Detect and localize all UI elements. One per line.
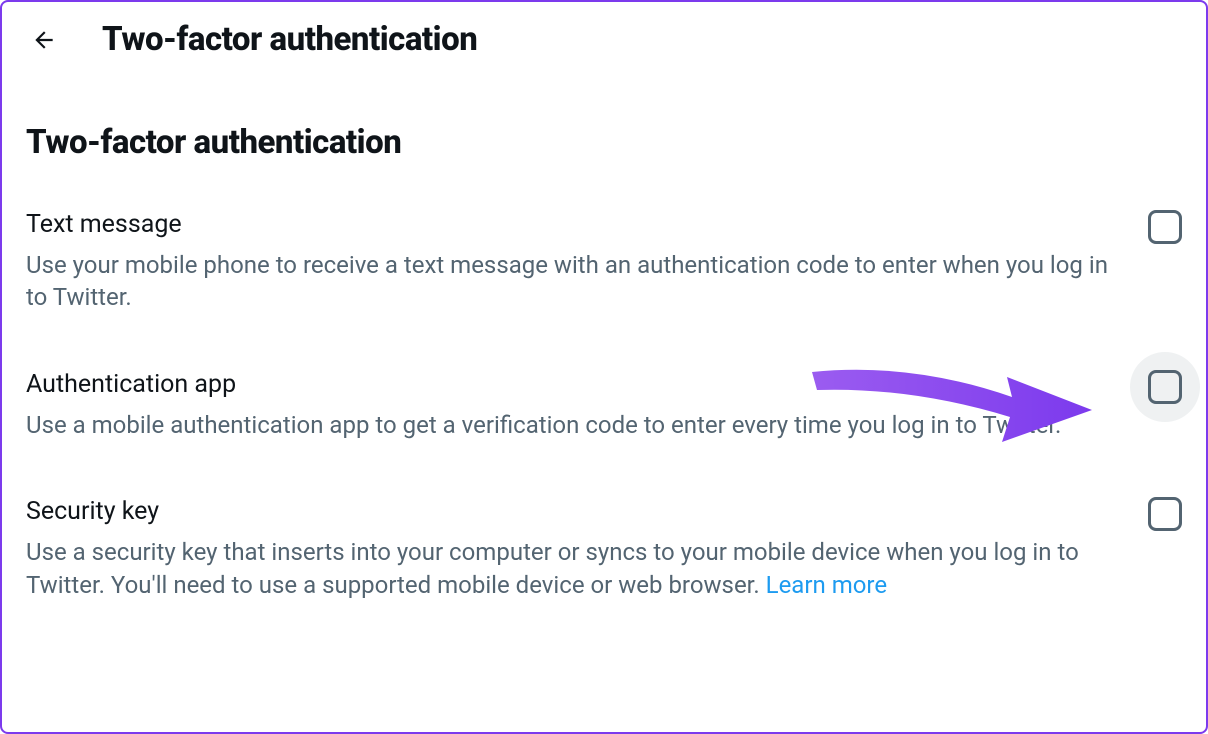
option-title-security-key: Security key [26,497,159,526]
option-title-authentication-app: Authentication app [26,370,236,399]
option-text-message: Text message Use your mobile phone to re… [26,210,1182,314]
checkbox-authentication-app[interactable] [1148,370,1182,404]
arrow-left-icon [31,27,57,53]
checkbox-text-message[interactable] [1148,210,1182,244]
option-security-key: Security key Use a security key that ins… [26,497,1182,601]
checkbox-security-key[interactable] [1148,497,1182,531]
section-title: Two-factor authentication [26,123,1182,162]
learn-more-link[interactable]: Learn more [766,571,887,599]
page-header-title: Two-factor authentication [102,20,477,59]
option-desc-authentication-app: Use a mobile authentication app to get a… [26,409,1182,441]
option-desc-security-key: Use a security key that inserts into you… [26,536,1182,601]
option-authentication-app: Authentication app Use a mobile authenti… [26,370,1182,441]
option-title-text-message: Text message [26,210,182,239]
back-button[interactable] [26,22,62,58]
option-desc-text-message: Use your mobile phone to receive a text … [26,249,1182,314]
